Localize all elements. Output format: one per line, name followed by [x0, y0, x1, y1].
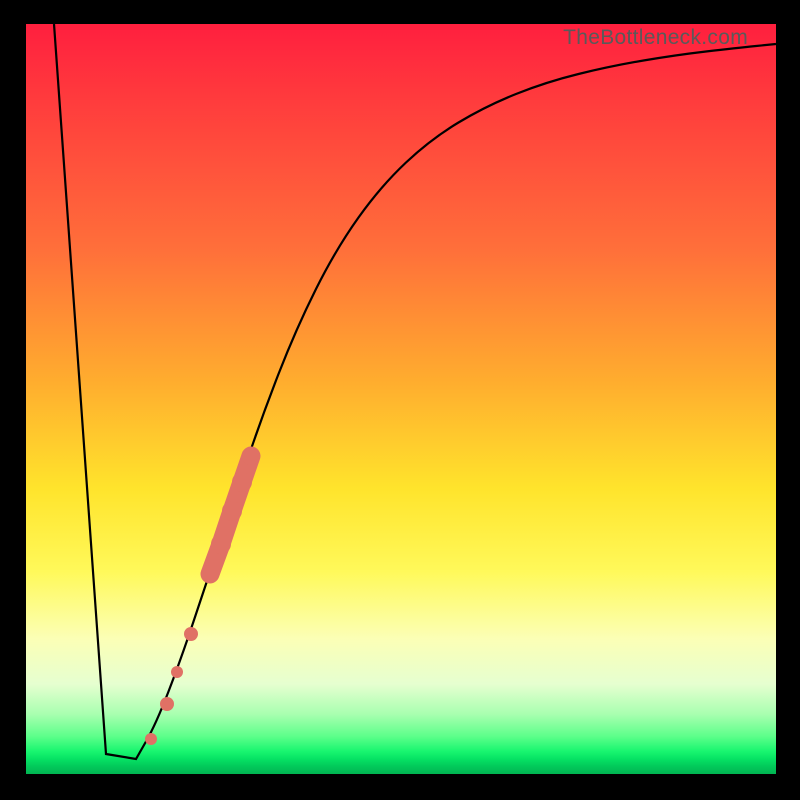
data-marker	[211, 534, 231, 554]
chart-svg	[26, 24, 776, 774]
data-marker	[222, 501, 242, 521]
bottleneck-curve	[54, 24, 776, 759]
data-marker	[145, 733, 157, 745]
data-marker	[232, 472, 252, 492]
data-marker	[171, 666, 183, 678]
data-marker	[201, 565, 219, 583]
data-marker	[160, 697, 174, 711]
plot-area: TheBottleneck.com	[26, 24, 776, 774]
data-marker	[242, 447, 260, 465]
data-marker	[184, 627, 198, 641]
chart-frame: TheBottleneck.com	[0, 0, 800, 800]
